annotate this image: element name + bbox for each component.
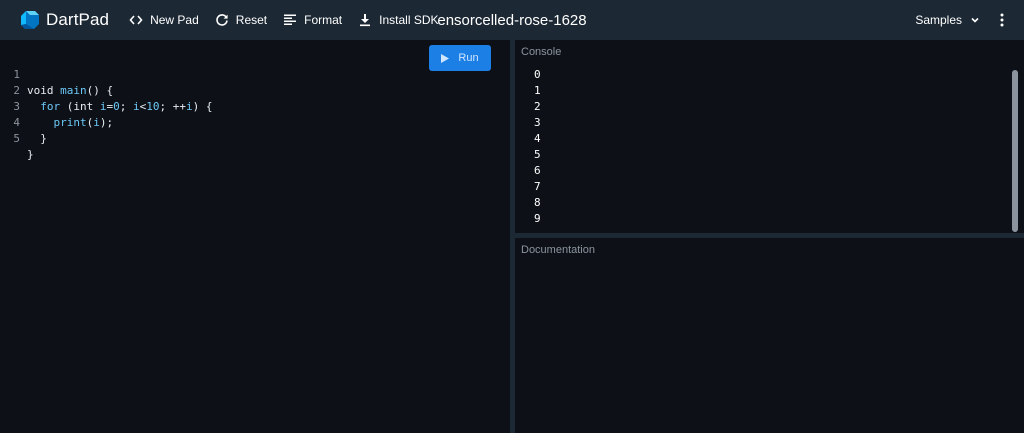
run-button[interactable]: Run — [429, 45, 491, 71]
chevron-down-icon — [971, 17, 979, 23]
install-sdk-label: Install SDK — [379, 13, 439, 27]
console-line: 7 — [534, 180, 541, 193]
top-bar: DartPad New Pad Reset Format Install SDK… — [0, 0, 1024, 40]
code-line: 4 } — [0, 99, 510, 145]
code-editor[interactable]: 1 void main() { 2 for (int i=0; i<10; ++… — [0, 40, 510, 433]
documentation-label: Documentation — [521, 244, 595, 256]
console-label: Console — [521, 46, 562, 58]
format-lines-icon — [284, 14, 297, 25]
code-brackets-icon — [129, 15, 143, 25]
console-line: 6 — [534, 164, 541, 177]
refresh-icon — [216, 14, 228, 26]
new-pad-button[interactable]: New Pad — [121, 0, 207, 40]
reset-button[interactable]: Reset — [207, 0, 275, 40]
console-scrollbar[interactable] — [1012, 70, 1018, 232]
code-line: 3 print(i); — [0, 83, 510, 129]
line-number: 5 — [13, 132, 20, 145]
samples-label: Samples — [915, 13, 962, 27]
download-icon — [360, 14, 371, 27]
run-label: Run — [458, 52, 479, 64]
console-panel: Console 0 1 2 3 4 5 6 7 8 9 — [515, 40, 1024, 233]
console-line: 8 — [534, 196, 541, 209]
documentation-panel: Documentation — [515, 238, 1024, 433]
more-options-button[interactable] — [992, 10, 1012, 30]
console-output: 0 1 2 3 4 5 6 7 8 9 — [534, 67, 541, 227]
format-button[interactable]: Format — [275, 0, 350, 40]
reset-label: Reset — [235, 13, 268, 27]
dart-logo-icon — [21, 11, 39, 29]
code-token: } — [27, 148, 34, 161]
code-text[interactable]: } — [27, 147, 34, 163]
app-name: DartPad — [46, 10, 110, 29]
brand[interactable]: DartPad — [20, 10, 109, 30]
console-line: 5 — [534, 148, 541, 161]
console-line: 2 — [534, 100, 541, 113]
install-sdk-button[interactable]: Install SDK — [350, 0, 446, 40]
code-line: 5 } — [0, 115, 510, 161]
console-line: 9 — [534, 212, 541, 225]
format-label: Format — [304, 13, 343, 27]
play-icon — [441, 53, 450, 63]
console-line: 4 — [534, 132, 541, 145]
samples-dropdown[interactable]: Samples — [915, 0, 980, 40]
new-pad-label: New Pad — [150, 13, 199, 27]
console-line: 3 — [534, 116, 541, 129]
console-line: 0 — [534, 68, 541, 81]
more-vertical-icon — [1000, 13, 1004, 27]
console-line: 1 — [534, 84, 541, 97]
dartpad-app: DartPad New Pad Reset Format Install SDK… — [0, 0, 1024, 433]
